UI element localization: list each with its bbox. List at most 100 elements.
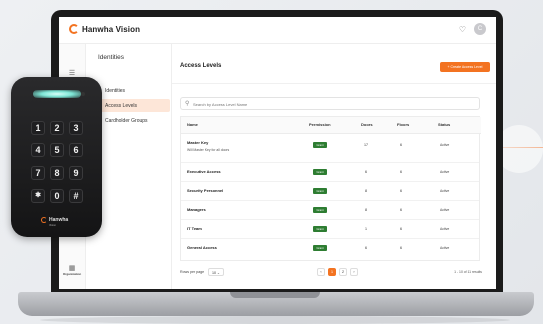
doors-count: 1 xyxy=(365,227,367,231)
table-row[interactable]: IT Team Grant 1 6 Active xyxy=(181,220,479,239)
keypad-key-3: 3 xyxy=(69,121,83,135)
keypad-key-4: 4 xyxy=(31,143,45,157)
page-button-2[interactable]: 2 xyxy=(339,268,347,276)
main-content: Access Levels + Create Access Level ⚲ Na… xyxy=(172,44,496,289)
search-input[interactable] xyxy=(193,100,463,108)
divider xyxy=(172,83,496,84)
hanwha-logo-icon xyxy=(41,217,47,223)
brand-name: Hanwha Vision xyxy=(82,24,141,34)
keypad-key-hash: # xyxy=(69,189,83,203)
keypad-key-1: 1 xyxy=(31,121,45,135)
doors-count: 8 xyxy=(365,189,367,193)
status-text: Active xyxy=(440,246,450,250)
top-bar: Hanwha Vision ♡ C xyxy=(59,17,496,44)
laptop-notch xyxy=(230,292,320,298)
search-icon: ⚲ xyxy=(185,101,190,107)
keypad-key-6: 6 xyxy=(69,143,83,157)
status-text: Active xyxy=(440,170,450,174)
device-brand-sub: Vision xyxy=(49,224,57,227)
permission-badge: Grant xyxy=(313,142,327,148)
row-name: Executive Access xyxy=(187,169,221,174)
rail-item-organization[interactable]: ▦ Organization xyxy=(59,264,85,276)
rail-item-label: Organization xyxy=(62,272,82,276)
sidebar-item-cardholder-groups[interactable]: ○ Cardholder Groups xyxy=(90,114,170,127)
keypad-key-0: 0 xyxy=(50,189,64,203)
keypad-key-5: 5 xyxy=(50,143,64,157)
permission-badge: Grant xyxy=(313,169,327,175)
status-text: Active xyxy=(440,189,450,193)
column-header-status[interactable]: Status xyxy=(438,122,450,127)
column-header-doors[interactable]: Doors xyxy=(361,122,373,127)
device-brand: Hanwha xyxy=(49,217,69,223)
status-text: Active xyxy=(440,227,450,231)
sub-sidebar-title: Identities xyxy=(98,54,125,61)
doors-count: 6 xyxy=(365,246,367,250)
sidebar-item-label: Identities xyxy=(105,87,126,94)
keypad-reader-device: 1 2 3 4 5 6 7 8 9 ✱ 0 # Hanwha Vision xyxy=(11,77,102,237)
table-row[interactable]: Security Personnel Grant 8 6 Active xyxy=(181,182,479,201)
row-description: Will Master Key for all doors xyxy=(187,148,230,152)
column-header-floors[interactable]: Floors xyxy=(397,122,409,127)
page-title: Access Levels xyxy=(180,63,222,69)
access-levels-table: Name Permission Doors Floors Status Mast… xyxy=(180,116,481,261)
permission-badge: Grant xyxy=(313,226,327,232)
floors-count: 6 xyxy=(400,170,402,174)
laptop-screen: Hanwha Vision ♡ C ☰ Operations ◯ ▦ Organ… xyxy=(59,17,496,289)
table-header: Name Permission Doors Floors Status xyxy=(181,117,481,134)
table-row[interactable]: General Access Grant 6 6 Active xyxy=(181,239,479,257)
floors-count: 6 xyxy=(400,227,402,231)
row-name: Master Key xyxy=(187,140,209,145)
table-row[interactable]: Executive Access Grant 6 6 Active xyxy=(181,163,479,182)
menu-icon: ☰ xyxy=(68,70,76,77)
column-header-permission[interactable]: Permission xyxy=(309,122,331,127)
sidebar-item-label: Access Levels xyxy=(105,102,137,109)
bell-icon[interactable]: ♡ xyxy=(459,25,466,34)
floors-count: 6 xyxy=(400,208,402,212)
sidebar-item-identities[interactable]: ● Identities xyxy=(90,84,170,97)
rows-per-page-value: 10 xyxy=(211,271,216,275)
results-count: 1 - 10 of 11 results xyxy=(454,270,482,274)
status-text: Active xyxy=(440,208,450,212)
brand-logo[interactable]: Hanwha Vision xyxy=(69,24,140,34)
pagination: ‹ 1 2 › xyxy=(317,268,358,276)
laptop-shadow xyxy=(40,316,510,324)
column-header-name[interactable]: Name xyxy=(187,122,198,127)
row-name: Managers xyxy=(187,207,206,212)
row-name: General Access xyxy=(187,245,217,250)
permission-badge: Grant xyxy=(313,207,327,213)
doors-count: 17 xyxy=(364,143,368,147)
table-row[interactable]: Managers Grant 8 6 Active xyxy=(181,201,479,220)
keypad-key-2: 2 xyxy=(50,121,64,135)
sensor-dot xyxy=(81,92,85,96)
search-box: ⚲ xyxy=(180,97,480,110)
floors-count: 6 xyxy=(400,143,402,147)
floors-count: 6 xyxy=(400,189,402,193)
row-name: Security Personnel xyxy=(187,188,224,193)
keypad-key-7: 7 xyxy=(31,166,45,180)
next-page-button[interactable]: › xyxy=(350,268,358,276)
device-logo: Hanwha xyxy=(41,217,68,223)
building-icon: ▦ xyxy=(68,265,76,272)
rows-per-page-select[interactable]: 10 ⌄ xyxy=(208,268,224,276)
sidebar-item-access-levels[interactable]: ○ Access Levels xyxy=(90,99,170,112)
floors-count: 6 xyxy=(400,246,402,250)
rows-per-page-label: Rows per page xyxy=(180,270,205,274)
page-button-1[interactable]: 1 xyxy=(328,268,336,276)
create-access-level-button[interactable]: + Create Access Level xyxy=(440,62,490,72)
keypad-key-8: 8 xyxy=(50,166,64,180)
card-reader-glow xyxy=(33,90,81,98)
top-right-icons: ♡ C xyxy=(459,23,486,35)
table-row[interactable]: Master Key Will Master Key for all doors… xyxy=(181,134,479,163)
permission-badge: Grant xyxy=(313,188,327,194)
permission-badge: Grant xyxy=(313,245,327,251)
doors-count: 6 xyxy=(365,170,367,174)
doors-count: 8 xyxy=(365,208,367,212)
hanwha-logo-icon xyxy=(69,24,79,34)
avatar[interactable]: C xyxy=(474,23,486,35)
row-name: IT Team xyxy=(187,226,202,231)
prev-page-button[interactable]: ‹ xyxy=(317,268,325,276)
keypad-key-9: 9 xyxy=(69,166,83,180)
keypad-key-star: ✱ xyxy=(31,189,45,203)
sidebar-item-label: Cardholder Groups xyxy=(105,117,148,124)
status-text: Active xyxy=(440,143,450,147)
